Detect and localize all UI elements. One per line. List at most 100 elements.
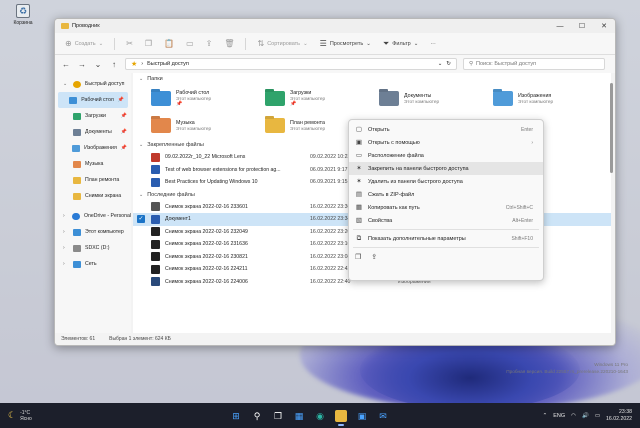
share-button[interactable]: ⇪ xyxy=(202,37,217,51)
delete-button[interactable]: 🗑 xyxy=(220,37,238,51)
cut-button[interactable]: ✂ xyxy=(122,37,137,51)
wifi-icon[interactable]: ◠ xyxy=(571,413,576,419)
folder-location: Этот компьютер xyxy=(404,99,440,104)
chevron-right-icon[interactable]: › xyxy=(63,229,69,235)
chevron-down-icon[interactable]: ⌄ xyxy=(139,142,143,148)
nav-item-renovation-plan[interactable]: План ремонта xyxy=(55,172,131,188)
nav-item-this-pc[interactable]: › Этот компьютер xyxy=(55,224,131,240)
mail-icon[interactable]: ✉ xyxy=(377,410,389,422)
menu-item-show-more-options[interactable]: ⧉ Показать дополнительные параметры Shif… xyxy=(349,232,543,245)
explorer-folder-icon xyxy=(61,23,69,29)
chevron-down-icon[interactable]: ⌄ xyxy=(139,76,143,82)
minimize-button[interactable]: — xyxy=(549,23,571,30)
nav-item-screenshots[interactable]: Снимки экрана xyxy=(55,188,131,204)
file-name: Снимок экрана 2022-02-16 232049 xyxy=(165,228,248,235)
share-icon[interactable]: ⇪ xyxy=(371,253,377,261)
nav-item-desktop[interactable]: Рабочий стол 📌 xyxy=(58,92,128,108)
paste-button[interactable]: 📋 xyxy=(160,37,178,51)
chevron-right-icon[interactable]: › xyxy=(63,213,68,219)
edge-browser-icon[interactable]: ◉ xyxy=(314,410,326,422)
nav-item-network[interactable]: › Сеть xyxy=(55,256,131,272)
widgets-icon[interactable]: ▦ xyxy=(293,410,305,422)
star-icon xyxy=(73,80,81,88)
maximize-button[interactable]: ☐ xyxy=(571,22,593,30)
copy-button[interactable]: ❐ xyxy=(141,37,156,51)
folder-tile-pictures[interactable]: Изображения Этот компьютер xyxy=(493,85,607,112)
filter-button[interactable]: ⏷ Фильтр ⌄ xyxy=(379,37,423,51)
close-button[interactable]: ✕ xyxy=(593,22,615,30)
menu-item-open-with[interactable]: ▣ Открыть с помощью › xyxy=(349,136,543,149)
menu-item-remove-quick-access[interactable]: ✶ Удалить из панели быстрого доступа xyxy=(349,175,543,188)
sort-label: Сортировать xyxy=(267,40,301,47)
documents-folder-icon xyxy=(73,128,81,136)
nav-item-quick-access[interactable]: ⌄ Быстрый доступ xyxy=(55,76,131,92)
search-box[interactable]: ⚲ Поиск: Быстрый доступ xyxy=(463,58,605,70)
more-options-button[interactable]: ··· xyxy=(426,37,440,51)
sort-button[interactable]: ⇅ Сортировать ⌄ xyxy=(253,37,311,51)
menu-item-copy-as-path[interactable]: ▦ Копировать как путь Ctrl+Shift+C xyxy=(349,201,543,214)
view-button[interactable]: ☰ Просмотреть ⌄ xyxy=(316,37,375,51)
folders-group-header[interactable]: ⌄ Папки xyxy=(133,73,611,85)
back-arrow-icon[interactable]: ← xyxy=(61,60,71,69)
menu-item-pin-quick-access[interactable]: ✶ Закрепить на панели быстрого доступа xyxy=(349,162,543,175)
group-title: Последние файлы xyxy=(147,191,195,198)
file-name: Снимок экрана 2022-02-16 224006 xyxy=(165,278,248,285)
weather-widget[interactable]: ☾ -1°C Ясно xyxy=(8,410,68,422)
checkbox-checked-icon[interactable]: ✓ xyxy=(137,215,145,224)
nav-item-sdxc-drive[interactable]: › SDXC (D:) xyxy=(55,240,131,256)
desktop-folder-icon xyxy=(151,91,171,106)
nav-item-pictures[interactable]: Изображения 📌 xyxy=(55,140,131,156)
scissors-icon: ✂ xyxy=(126,39,133,48)
forward-arrow-icon[interactable]: → xyxy=(77,60,87,69)
clock[interactable]: 23:38 16.02.2022 xyxy=(606,409,632,422)
language-indicator[interactable]: ENG xyxy=(553,413,565,419)
menu-item-open[interactable]: ▢ Открыть Enter xyxy=(349,123,543,136)
nav-item-onedrive[interactable]: › OneDrive - Personal xyxy=(55,208,131,224)
store-icon[interactable]: ▣ xyxy=(356,410,368,422)
ribbon-separator xyxy=(245,37,247,50)
folder-tile-music[interactable]: Музыка Этот компьютер xyxy=(151,112,265,139)
recent-locations-chevron-icon[interactable]: ⌄ xyxy=(93,60,103,69)
up-arrow-icon[interactable]: ↑ xyxy=(109,60,119,69)
volume-icon[interactable]: 🔊 xyxy=(582,413,589,419)
desktop-recycle-bin[interactable]: ♻ Корзина xyxy=(10,4,36,26)
window-title: Проводник xyxy=(72,23,100,29)
file-explorer-icon[interactable] xyxy=(335,409,347,426)
scrollbar-thumb[interactable] xyxy=(610,83,613,173)
chevron-down-icon[interactable]: ⌄ xyxy=(438,61,443,67)
refresh-icon[interactable]: ↻ xyxy=(446,61,451,67)
pin-icon: 📌 xyxy=(176,101,183,107)
copy-icon[interactable]: ❐ xyxy=(355,253,361,261)
chevron-down-icon[interactable]: ⌄ xyxy=(139,192,143,198)
chevron-down-icon[interactable]: ⌄ xyxy=(63,81,69,87)
folder-tile-downloads[interactable]: Загрузки Этот компьютер 📌 xyxy=(265,85,379,112)
unpin-icon: ✶ xyxy=(356,177,362,185)
nav-item-music[interactable]: Музыка xyxy=(55,156,131,172)
menu-item-properties[interactable]: ▧ Свойства Alt+Enter xyxy=(349,214,543,227)
chevron-up-icon[interactable]: ⌃ xyxy=(543,413,548,419)
nav-item-downloads[interactable]: Загрузки 📌 xyxy=(55,108,131,124)
folder-icon xyxy=(73,192,81,200)
nav-item-label: Снимки экрана xyxy=(85,193,122,199)
image-file-icon xyxy=(151,277,160,287)
nav-item-documents[interactable]: Документы 📌 xyxy=(55,124,131,140)
windows-watermark: Windows 11 Pro Пробная версия. Build 225… xyxy=(506,362,628,375)
vertical-scrollbar[interactable] xyxy=(610,79,613,329)
battery-icon[interactable]: ▭ xyxy=(595,413,600,419)
folder-tile-documents[interactable]: Документы Этот компьютер xyxy=(379,85,493,112)
network-icon xyxy=(73,260,81,268)
folder-tile-desktop[interactable]: Рабочий стол Этот компьютер 📌 xyxy=(151,85,265,112)
pin-icon: 📌 xyxy=(120,129,127,135)
group-title: Закрепленные файлы xyxy=(147,142,204,148)
rename-button[interactable]: ▭ xyxy=(182,37,198,51)
start-windows-icon[interactable]: ⊞ xyxy=(230,410,242,422)
chevron-right-icon[interactable]: › xyxy=(63,261,69,267)
menu-item-file-location[interactable]: ▭ Расположение файла xyxy=(349,149,543,162)
address-bar[interactable]: ★ › Быстрый доступ ⌄ ↻ xyxy=(125,58,457,70)
task-view-icon[interactable]: ❐ xyxy=(272,410,284,422)
create-button[interactable]: ⊕ Создать ⌄ xyxy=(61,37,107,51)
chevron-right-icon[interactable]: › xyxy=(63,245,69,251)
search-icon[interactable]: ⚲ xyxy=(251,410,263,422)
chevron-down-icon: ⌄ xyxy=(366,40,371,47)
menu-item-compress-zip[interactable]: ▤ Сжать в ZIP-файл xyxy=(349,188,543,201)
